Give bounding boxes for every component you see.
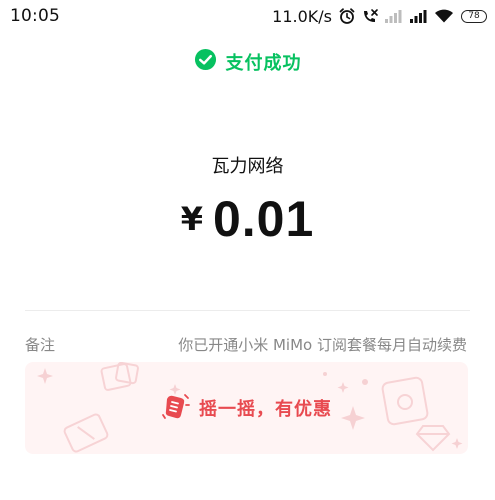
currency-symbol: ¥ xyxy=(180,200,203,238)
status-bar: 10:05 11.0K/s 78 xyxy=(0,0,495,34)
payment-amount: ¥ 0.01 xyxy=(0,190,495,248)
shake-promo-banner[interactable]: 摇一摇，有优惠 xyxy=(25,362,468,454)
alarm-icon xyxy=(338,7,356,25)
divider xyxy=(25,310,470,311)
shake-promo-text: 摇一摇，有优惠 xyxy=(199,399,332,420)
status-time: 10:05 xyxy=(10,6,60,26)
shake-icon xyxy=(161,391,191,425)
payment-status-text: 支付成功 xyxy=(225,52,302,74)
network-speed: 11.0K/s xyxy=(272,6,332,26)
remark-label: 备注 xyxy=(25,336,56,354)
shake-promo-content: 摇一摇，有优惠 xyxy=(25,362,468,454)
payment-success-header: 支付成功 xyxy=(0,48,495,75)
check-circle-icon xyxy=(194,48,217,75)
status-icons: 11.0K/s 78 xyxy=(272,6,487,26)
merchant-name: 瓦力网络 xyxy=(211,156,284,177)
signal-strong-icon xyxy=(409,7,429,25)
amount-value: 0.01 xyxy=(212,191,315,247)
signal-weak-icon xyxy=(384,7,404,25)
battery-icon: 78 xyxy=(461,9,487,23)
remark-value: 你已开通小米 MiMo 订阅套餐每月自动续费 xyxy=(178,336,467,354)
wifi-icon xyxy=(434,7,454,25)
bottom-area xyxy=(0,470,495,500)
call-missed-icon xyxy=(361,7,379,25)
